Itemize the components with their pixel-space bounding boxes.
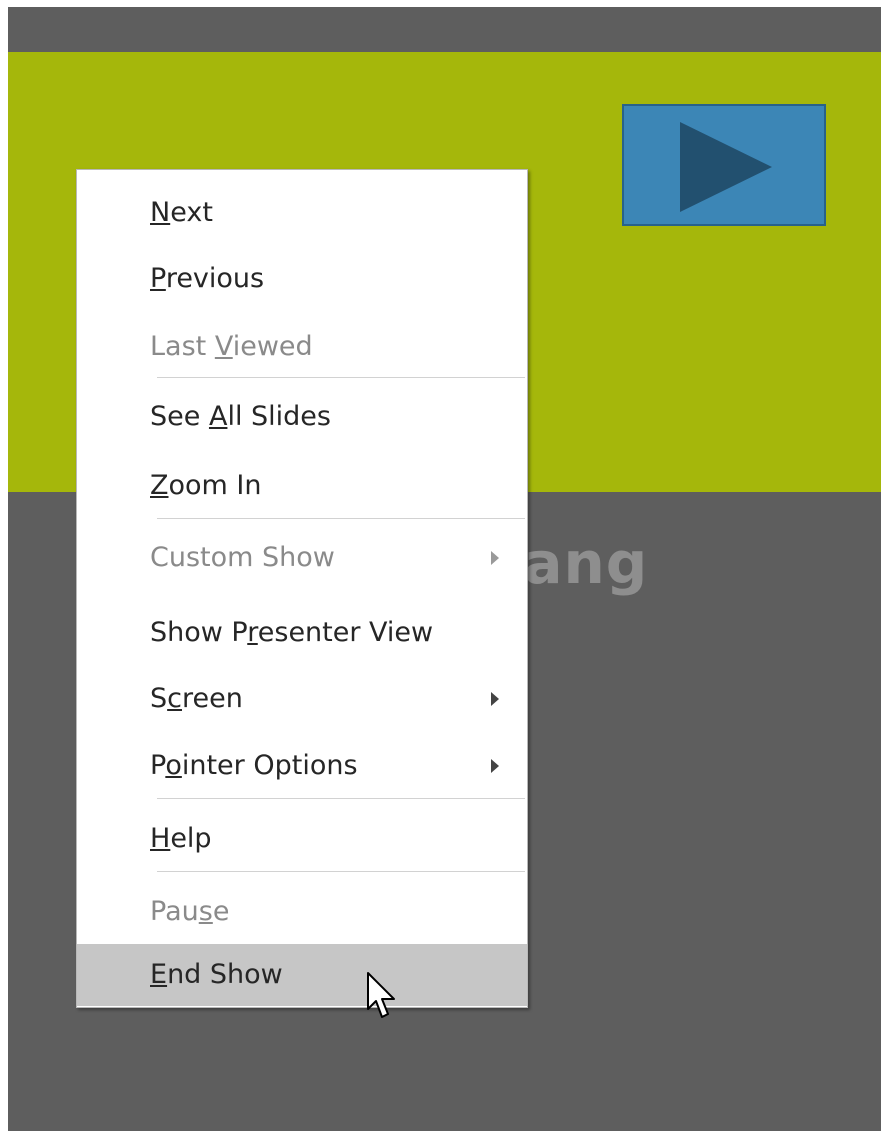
- menu-item-zoom-in[interactable]: Zoom In: [77, 455, 527, 517]
- menu-item-label: Pointer Options: [150, 750, 358, 781]
- menu-item-label: Previous: [150, 263, 265, 294]
- menu-item-last-viewed: Last Viewed: [77, 316, 527, 378]
- chevron-right-icon: [491, 759, 499, 773]
- menu-item-pointer-options[interactable]: Pointer Options: [77, 735, 527, 797]
- menu-item-custom-show: Custom Show: [77, 527, 527, 589]
- menu-item-label: Screen: [150, 683, 243, 714]
- menu-item-label: Pause: [150, 896, 230, 927]
- menu-item-help[interactable]: Help: [77, 808, 527, 870]
- menu-item-label: Help: [150, 823, 212, 854]
- chevron-right-icon: [491, 692, 499, 706]
- menu-item-label: Next: [150, 197, 213, 228]
- label-rest: ext: [170, 197, 213, 228]
- arrow-cursor-icon: [367, 972, 395, 1018]
- menu-item-screen[interactable]: Screen: [77, 668, 527, 730]
- menu-separator: [157, 798, 525, 799]
- chevron-right-icon: [491, 551, 499, 565]
- menu-separator: [157, 871, 525, 872]
- menu-item-show-presenter-view[interactable]: Show Presenter View: [77, 602, 527, 664]
- play-icon: [680, 122, 772, 212]
- menu-separator: [157, 377, 525, 378]
- menu-item-label: End Show: [150, 959, 283, 990]
- context-menu: Next Previous Last Viewed See All Slides…: [76, 169, 528, 1008]
- menu-item-previous[interactable]: Previous: [77, 248, 527, 310]
- slideshow-screen: uantrimang Next Previous Last Viewed See…: [8, 7, 881, 1131]
- play-button[interactable]: [622, 104, 826, 226]
- menu-item-see-all-slides[interactable]: See All Slides: [77, 386, 527, 448]
- label-rest: revious: [165, 263, 265, 294]
- menu-separator: [157, 518, 525, 519]
- menu-item-label: Zoom In: [150, 470, 262, 501]
- menu-item-end-show[interactable]: End Show: [77, 944, 527, 1006]
- menu-item-label: Custom Show: [150, 542, 335, 573]
- menu-item-label: Last Viewed: [150, 331, 313, 362]
- menu-item-next[interactable]: Next: [77, 182, 527, 244]
- menu-item-label: Show Presenter View: [150, 617, 434, 648]
- menu-item-pause: Pause: [77, 881, 527, 943]
- menu-item-label: See All Slides: [150, 401, 331, 432]
